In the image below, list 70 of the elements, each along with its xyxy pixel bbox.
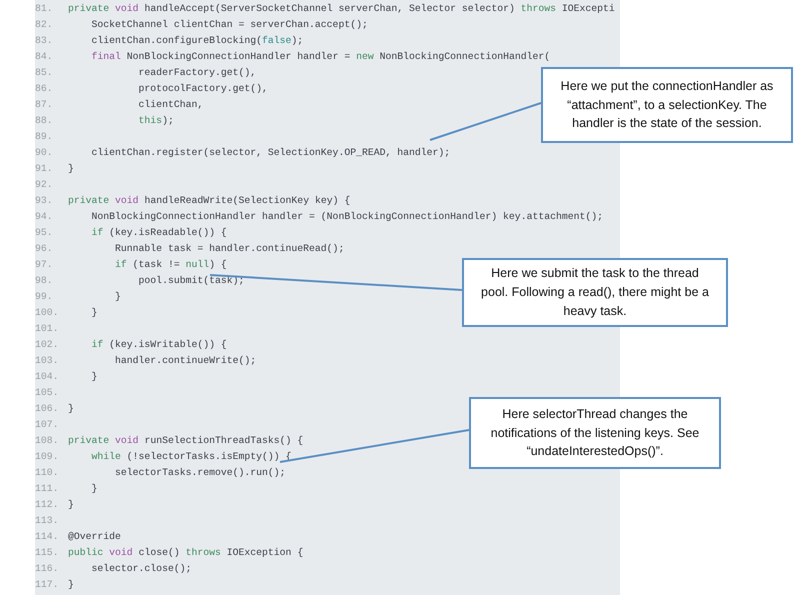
line-number: 102. xyxy=(35,338,60,350)
line-number: 101. xyxy=(35,322,60,334)
code-line: selectorTasks.remove().run(); xyxy=(114,466,286,478)
line-number: 97. xyxy=(35,258,54,270)
code-line: } xyxy=(68,578,74,590)
code-line: private void runSelectionThreadTasks() { xyxy=(68,434,304,446)
code-line: } xyxy=(114,290,121,302)
line-number: 84. xyxy=(35,50,54,62)
code-line: handler.continueWrite(); xyxy=(114,354,256,366)
code-line: clientChan.register(selector, SelectionKey.OP_READ, handler); xyxy=(90,146,450,158)
code-line: if (task != null) { xyxy=(114,258,227,270)
code-line: readerFactory.get(), xyxy=(138,66,256,78)
line-number: 117. xyxy=(35,578,60,590)
line-number: 91. xyxy=(35,162,54,174)
code-line: SocketChannel clientChan = serverChan.accept(); xyxy=(90,18,368,30)
code-line: clientChan.configureBlocking(false); xyxy=(90,34,304,46)
code-line: pool.submit(task); xyxy=(138,274,244,286)
line-number: 109. xyxy=(35,450,60,462)
line-number: 115. xyxy=(35,546,60,558)
code-line: final NonBlockingConnectionHandler handler = new NonBlockingConnectionHandler( xyxy=(90,50,550,62)
line-number: 110. xyxy=(35,466,60,478)
line-number: 89. xyxy=(35,130,54,142)
line-number: 114. xyxy=(35,530,60,542)
line-number: 100. xyxy=(35,306,60,318)
code-line: clientChan, xyxy=(138,98,204,110)
code-line: selector.close(); xyxy=(90,562,192,574)
line-number: 104. xyxy=(35,370,60,382)
code-line: } xyxy=(68,402,74,414)
line-number: 99. xyxy=(35,290,54,302)
code-line: } xyxy=(68,162,74,174)
code-line: } xyxy=(90,370,98,382)
code-line: NonBlockingConnectionHandler handler = (NonBlockingConnectionHandler) key.attachment(); xyxy=(90,210,603,222)
line-number: 96. xyxy=(35,242,54,254)
callout-box: Here we put the connectionHandler as “attachment”, to a selectionKey. The handler is the state of the session. xyxy=(541,67,793,143)
code-line: protocolFactory.get(), xyxy=(138,82,268,94)
line-number: 87. xyxy=(35,98,54,110)
callout-box: Here selectorThread changes the notifications of the listening keys. See “undateInterestedOps()”. xyxy=(469,397,721,469)
code-line: } xyxy=(68,498,74,510)
code-line: if (key.isWritable()) { xyxy=(90,338,227,350)
code-line: public void close() throws IOException { xyxy=(68,546,304,558)
line-number: 82. xyxy=(35,18,54,30)
line-number: 83. xyxy=(35,34,54,46)
line-number: 95. xyxy=(35,226,54,238)
code-line: private void handleAccept(ServerSocketChannel serverChan, Selector selector) throws IOExcepti xyxy=(68,2,615,14)
code-line: Runnable task = handler.continueRead(); xyxy=(114,242,344,254)
code-line: @Override xyxy=(68,530,121,542)
line-number: 98. xyxy=(35,274,54,286)
line-number: 113. xyxy=(35,514,60,526)
line-number: 86. xyxy=(35,82,54,94)
line-number: 81. xyxy=(35,2,54,14)
line-number: 92. xyxy=(35,178,54,190)
code-line: } xyxy=(90,482,98,494)
line-number: 112. xyxy=(35,498,60,510)
code-line: private void handleReadWrite(SelectionKey key) { xyxy=(68,194,350,206)
code-line: } xyxy=(90,306,98,318)
line-number: 103. xyxy=(35,354,60,366)
line-number: 108. xyxy=(35,434,60,446)
callout-box: Here we submit the task to the thread pool. Following a read(), there might be a heavy task. xyxy=(462,258,728,327)
line-number: 111. xyxy=(35,482,60,494)
line-number: 90. xyxy=(35,146,54,158)
line-number: 85. xyxy=(35,66,54,78)
line-number: 116. xyxy=(35,562,60,574)
code-line: this); xyxy=(138,114,174,126)
line-number: 94. xyxy=(35,210,54,222)
line-number: 107. xyxy=(35,418,60,430)
line-number: 93. xyxy=(35,194,54,206)
line-number: 88. xyxy=(35,114,54,126)
line-number: 106. xyxy=(35,402,60,414)
code-line: if (key.isReadable()) { xyxy=(90,226,227,238)
line-number: 105. xyxy=(35,386,60,398)
